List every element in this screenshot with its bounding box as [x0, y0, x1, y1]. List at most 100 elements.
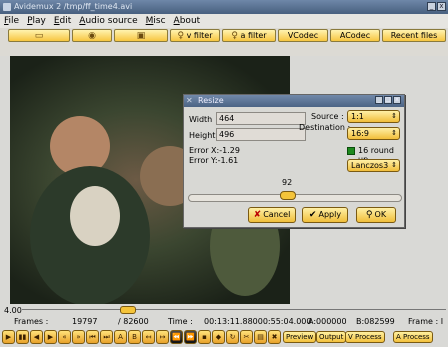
- first-frame-icon[interactable]: ⏪: [170, 330, 183, 344]
- dialog-title: Resize: [198, 96, 224, 105]
- marker-b-icon[interactable]: B: [128, 330, 141, 344]
- source-label: Source :: [311, 112, 344, 121]
- prev-frame-icon[interactable]: ◀: [30, 330, 43, 344]
- next-frame-icon[interactable]: ▶: [44, 330, 57, 344]
- resize-dialog: ✕ Resize _ □ x Width 464 Height 496 Erro…: [183, 94, 405, 228]
- cancel-button[interactable]: ✘ Cancel: [248, 207, 296, 223]
- ok-icon: ⚲: [365, 210, 373, 220]
- marker-b: B:082599: [356, 317, 395, 326]
- audio-filter-label: a filter: [240, 31, 267, 40]
- last-frame-icon[interactable]: ⏩: [184, 330, 197, 344]
- source-aspect-value: 1:1: [351, 112, 364, 121]
- next-keyframe-icon[interactable]: ⏭: [100, 330, 113, 344]
- dialog-window-controls: _ □ x: [375, 96, 401, 104]
- menu-edit[interactable]: Edit: [54, 14, 71, 28]
- width-input[interactable]: 464: [216, 112, 306, 125]
- scale-slider-handle[interactable]: [280, 191, 296, 200]
- save-button[interactable]: ▣: [114, 29, 168, 42]
- destination-aspect-value: 16:9: [351, 129, 369, 138]
- cancel-icon: ✘: [253, 210, 262, 220]
- fast-forward-icon[interactable]: »: [72, 330, 85, 344]
- window-controls: _ x: [427, 2, 446, 11]
- dialog-app-icon: ✕: [186, 96, 193, 105]
- ok-label: OK: [374, 210, 387, 219]
- destination-label: Destination :: [299, 123, 351, 132]
- spin-arrows-icon: ⇕: [391, 129, 397, 137]
- height-label: Height: [189, 131, 216, 140]
- vcodec-button[interactable]: VCodec: [278, 29, 328, 42]
- loop-icon[interactable]: ↻: [226, 330, 239, 344]
- window-title: Avidemux 2 /tmp/ff_time4.avi: [14, 2, 133, 11]
- video-filter-label: v filter: [186, 31, 213, 40]
- minimize-icon[interactable]: _: [427, 2, 436, 11]
- cancel-label: Cancel: [263, 210, 291, 219]
- dialog-maximize-icon[interactable]: □: [384, 96, 392, 104]
- apply-label: Apply: [318, 210, 342, 219]
- dialog-minimize-icon[interactable]: _: [375, 96, 383, 104]
- close-icon[interactable]: x: [437, 2, 446, 11]
- rewind-icon[interactable]: «: [58, 330, 71, 344]
- a-process-button[interactable]: A Process: [393, 331, 433, 343]
- navigation-bar: ▶ ▮▮ ◀ ▶ « » ⏮ ⏭ A B ↤ ↦ ⏪ ⏩ ▪ ◆ ↻ ✂ ▤ ✖…: [0, 328, 448, 347]
- menu-about[interactable]: About: [174, 14, 201, 28]
- goto-b-icon[interactable]: ↦: [156, 330, 169, 344]
- menu-file[interactable]: File: [4, 14, 19, 28]
- apply-button[interactable]: ✔ Apply: [302, 207, 348, 223]
- round-up-checkbox[interactable]: [347, 147, 355, 155]
- info-button[interactable]: ◉: [72, 29, 112, 42]
- video-filter-button[interactable]: ♀ v filter: [170, 29, 220, 42]
- marker-a-icon[interactable]: A: [114, 330, 127, 344]
- timeline-slider-track[interactable]: [22, 309, 446, 313]
- v-process-button[interactable]: V Process: [345, 331, 385, 343]
- menu-bar: File Play Edit Audio source Misc About: [0, 14, 448, 28]
- error-x-label: Error X:-1.29: [189, 146, 240, 155]
- black-frame-icon[interactable]: ▪: [198, 330, 211, 344]
- window-title-bar: Avidemux 2 /tmp/ff_time4.avi _ x: [0, 0, 448, 14]
- height-input[interactable]: 496: [216, 128, 306, 141]
- error-y-label: Error Y:-1.61: [189, 156, 239, 165]
- frame-current-input[interactable]: 19797: [72, 316, 97, 328]
- figure-shirt: [70, 186, 120, 246]
- bulb-icon: ♀: [231, 31, 238, 41]
- menu-misc[interactable]: Misc: [146, 14, 166, 28]
- bulb-icon: ♀: [177, 31, 185, 41]
- output-button[interactable]: Output: [316, 331, 347, 343]
- preview-button[interactable]: Preview: [283, 331, 317, 343]
- delete-icon[interactable]: ✖: [268, 330, 281, 344]
- scene-change-icon[interactable]: ◆: [212, 330, 225, 344]
- app-icon: [3, 3, 11, 11]
- menu-audio-source[interactable]: Audio source: [79, 14, 137, 28]
- cut-icon[interactable]: ✂: [240, 330, 253, 344]
- time-label: Time :: [168, 317, 193, 326]
- frame-total: / 82600: [118, 317, 149, 326]
- dialog-close-icon[interactable]: x: [393, 96, 401, 104]
- toolbar: ▭ ◉ ▣ ♀ v filter ♀ a filter VCodec ACode…: [0, 28, 448, 56]
- play-icon[interactable]: ▶: [2, 330, 15, 344]
- goto-a-icon[interactable]: ↤: [142, 330, 155, 344]
- prev-keyframe-icon[interactable]: ⏮: [86, 330, 99, 344]
- recent-files-button[interactable]: Recent files: [382, 29, 446, 42]
- time-value: 00:13:11.88000:55:04.000: [204, 317, 312, 326]
- audio-filter-button[interactable]: ♀ a filter: [222, 29, 276, 42]
- width-label: Width: [189, 115, 213, 124]
- source-aspect-select[interactable]: 1:1 ⇕: [347, 110, 400, 123]
- spin-arrows-icon: ⇕: [391, 112, 397, 120]
- acodec-button[interactable]: ACodec: [330, 29, 380, 42]
- scale-value: 92: [282, 178, 293, 187]
- algorithm-select[interactable]: Lanczos3 ⇕: [347, 159, 400, 172]
- paste-icon[interactable]: ▤: [254, 330, 267, 344]
- folder-icon: ▭: [34, 31, 44, 41]
- apply-icon: ✔: [308, 210, 317, 220]
- open-button[interactable]: ▭: [8, 29, 70, 42]
- frame-type: Frame : I: [408, 317, 444, 326]
- dialog-title-bar: ✕ Resize _ □ x: [184, 95, 404, 107]
- info-icon: ◉: [88, 31, 96, 41]
- menu-play[interactable]: Play: [27, 14, 46, 28]
- timeline-slider-handle[interactable]: [119, 306, 136, 314]
- spin-arrows-icon: ⇕: [391, 161, 397, 169]
- algorithm-value: Lanczos3: [351, 161, 389, 170]
- destination-aspect-select[interactable]: 16:9 ⇕: [347, 127, 400, 140]
- ok-button[interactable]: ⚲ OK: [356, 207, 396, 223]
- frames-label: Frames :: [14, 317, 49, 326]
- pause-icon[interactable]: ▮▮: [16, 330, 29, 344]
